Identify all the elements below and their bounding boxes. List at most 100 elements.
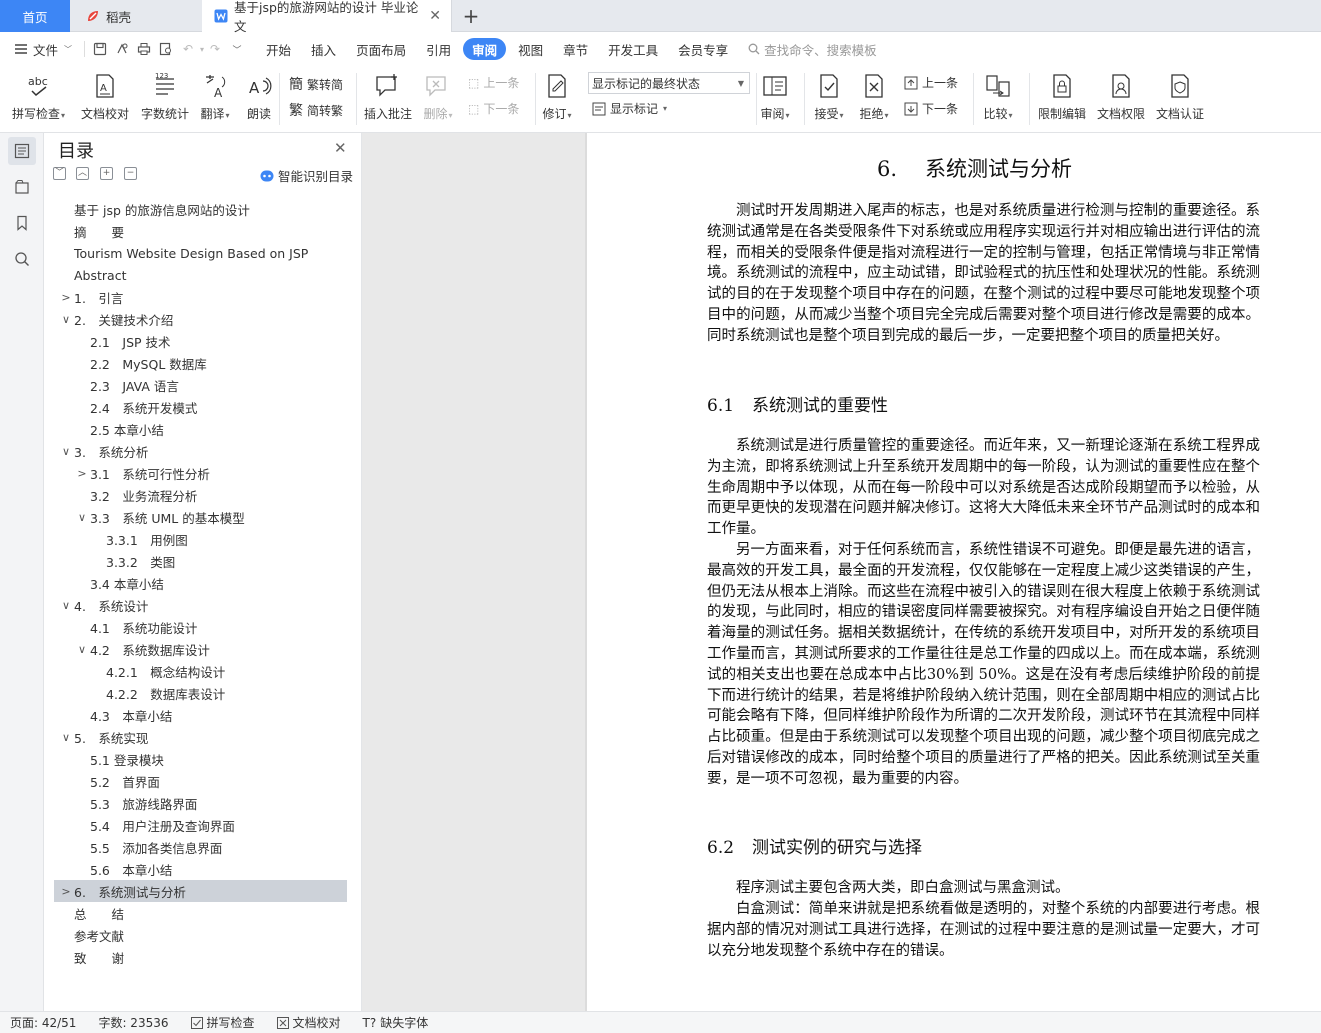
toc-item[interactable]: 4.2.1 概念结构设计 bbox=[54, 660, 347, 682]
toc-item[interactable]: 5.1 登录模块 bbox=[54, 748, 347, 770]
menu-tab[interactable]: 视图 bbox=[510, 38, 551, 60]
spellcheck-button[interactable]: abc 拼写检查▾ bbox=[12, 71, 65, 122]
menu-tab[interactable]: 页面布局 bbox=[348, 38, 414, 60]
add-heading-icon[interactable]: + bbox=[100, 167, 113, 180]
toc-item[interactable]: 3.2 业务流程分析 bbox=[54, 484, 347, 506]
toc-item[interactable]: 4.3 本章小结 bbox=[54, 704, 347, 726]
redo-icon[interactable]: ↷ bbox=[204, 38, 226, 60]
tab-document[interactable]: 基于jsp的旅游网站的设计 毕业论文 ✕ bbox=[202, 0, 452, 34]
bookmark-icon[interactable] bbox=[8, 209, 36, 237]
toc-item[interactable]: ∨ 3. 系统分析 bbox=[54, 440, 347, 462]
toc-item[interactable]: 基于 jsp 的旅游信息网站的设计 bbox=[54, 198, 347, 220]
tab-home[interactable]: 首页 bbox=[0, 0, 70, 32]
toc-item[interactable]: 3.4 本章小结 bbox=[54, 572, 347, 594]
collapse-all-icon[interactable]: ﹀ bbox=[53, 167, 66, 180]
menu-tab[interactable]: 开发工具 bbox=[600, 38, 666, 60]
toc-item[interactable]: 2.1 JSP 技术 bbox=[54, 330, 347, 352]
toc-item[interactable]: ∨ 2. 关键技术介绍 bbox=[54, 308, 347, 330]
toc-item[interactable]: 2.5 本章小结 bbox=[54, 418, 347, 440]
toc-item[interactable]: 总 结 bbox=[54, 902, 347, 924]
prev-change-button[interactable]: 上一条 bbox=[904, 74, 958, 91]
toc-item[interactable]: 3.3.2 类图 bbox=[54, 550, 347, 572]
close-icon[interactable]: ✕ bbox=[334, 139, 347, 157]
menu-tab[interactable]: 会员专享 bbox=[670, 38, 736, 60]
read-aloud-button[interactable]: A 朗读 bbox=[244, 71, 274, 122]
chevron-down-icon[interactable]: ∨ bbox=[76, 511, 88, 524]
show-markup-button[interactable]: 显示标记 ▾ bbox=[592, 100, 667, 117]
doc-certify-button[interactable]: 文档认证 bbox=[1156, 71, 1204, 122]
tab-daoke[interactable]: 稻壳 bbox=[72, 0, 200, 32]
reject-button[interactable]: 拒绝▾ bbox=[859, 71, 889, 122]
chevron-down-icon[interactable]: ∨ bbox=[60, 313, 72, 326]
remove-heading-icon[interactable]: − bbox=[124, 167, 137, 180]
toc-item[interactable]: Tourism Website Design Based on JSP bbox=[54, 242, 347, 264]
smart-toc-button[interactable]: 智能识别目录 bbox=[260, 166, 353, 185]
word-count-indicator[interactable]: 字数: 23536 bbox=[98, 1014, 168, 1031]
restrict-edit-button[interactable]: 限制编辑 bbox=[1038, 71, 1086, 122]
chevron-right-icon[interactable]: > bbox=[60, 885, 72, 898]
menu-tab[interactable]: 章节 bbox=[555, 38, 596, 60]
toc-item[interactable]: 4.1 系统功能设计 bbox=[54, 616, 347, 638]
review-pane-button[interactable]: 审阅▾ bbox=[760, 71, 790, 122]
toc-item[interactable]: 2.4 系统开发模式 bbox=[54, 396, 347, 418]
markup-display-select[interactable]: 显示标记的最终状态 ▼ bbox=[588, 72, 750, 94]
chevron-right-icon[interactable]: > bbox=[60, 291, 72, 304]
toc-item[interactable]: ∨ 5. 系统实现 bbox=[54, 726, 347, 748]
chevron-down-icon[interactable]: ∨ bbox=[60, 599, 72, 612]
doc-proof-button[interactable]: A 文档校对 bbox=[81, 71, 129, 122]
file-menu[interactable]: 文件 ﹀ bbox=[6, 38, 80, 60]
delete-comment-button[interactable]: 删除▾ bbox=[423, 71, 453, 122]
print-preview-icon[interactable] bbox=[155, 38, 177, 60]
traditional-to-simplified-button[interactable]: 簡 繁转简 bbox=[289, 74, 343, 94]
chevron-down-icon[interactable]: ∨ bbox=[76, 643, 88, 656]
chapter-nav-icon[interactable] bbox=[8, 173, 36, 201]
menu-tab[interactable]: 开始 bbox=[258, 38, 299, 60]
insert-comment-button[interactable]: 插入批注 bbox=[364, 71, 412, 122]
toc-item[interactable]: >6. 系统测试与分析 bbox=[54, 880, 347, 902]
doc-permission-button[interactable]: 文档权限 bbox=[1097, 71, 1145, 122]
toc-item[interactable]: ∨ 4.2 系统数据库设计 bbox=[54, 638, 347, 660]
toc-item[interactable]: 致 谢 bbox=[54, 946, 347, 968]
expand-up-icon[interactable]: ︿ bbox=[76, 167, 89, 180]
page-indicator[interactable]: 页面: 42/51 bbox=[10, 1014, 76, 1031]
find-icon[interactable] bbox=[8, 245, 36, 273]
toc-item[interactable]: ∨ 4. 系统设计 bbox=[54, 594, 347, 616]
toc-scrollbar[interactable] bbox=[352, 133, 362, 1011]
chevron-down-icon[interactable]: ∨ bbox=[60, 445, 72, 458]
undo-icon[interactable]: ↶ bbox=[177, 38, 199, 60]
toc-item[interactable]: 2.2 MySQL 数据库 bbox=[54, 352, 347, 374]
menu-tab[interactable]: 引用 bbox=[418, 38, 459, 60]
customize-chevron-icon[interactable]: ﹀ bbox=[226, 38, 248, 60]
compare-button[interactable]: 比较▾ bbox=[983, 71, 1013, 122]
track-changes-button[interactable]: 修订▾ bbox=[542, 71, 572, 122]
toc-item[interactable]: 参考文献 bbox=[54, 924, 347, 946]
print-icon[interactable] bbox=[133, 38, 155, 60]
prev-comment-button[interactable]: ⬚ 上一条 bbox=[468, 74, 519, 91]
toc-item[interactable]: 2.3 JAVA 语言 bbox=[54, 374, 347, 396]
toc-item[interactable]: >1. 引言 bbox=[54, 286, 347, 308]
translate-button[interactable]: A 翻译▾ bbox=[200, 71, 230, 122]
toc-item[interactable]: 5.2 首界面 bbox=[54, 770, 347, 792]
toc-item[interactable]: Abstract bbox=[54, 264, 347, 286]
doc-proof-status[interactable]: 文档校对 bbox=[276, 1014, 341, 1031]
toc-item[interactable]: 3.3.1 用例图 bbox=[54, 528, 347, 550]
close-tab-icon[interactable]: ✕ bbox=[429, 8, 441, 24]
toc-item[interactable]: 5.4 用户注册及查询界面 bbox=[54, 814, 347, 836]
chevron-right-icon[interactable]: > bbox=[76, 467, 88, 480]
missing-font-status[interactable]: T? 缺失字体 bbox=[363, 1014, 429, 1031]
toc-item[interactable]: 摘 要 bbox=[54, 220, 347, 242]
toc-item[interactable]: ∨ 3.3 系统 UML 的基本模型 bbox=[54, 506, 347, 528]
simplified-to-traditional-button[interactable]: 繁 简转繁 bbox=[289, 100, 343, 120]
chevron-down-icon[interactable]: ∨ bbox=[60, 731, 72, 744]
next-change-button[interactable]: 下一条 bbox=[904, 100, 958, 117]
convert-icon[interactable] bbox=[111, 38, 133, 60]
accept-button[interactable]: 接受▾ bbox=[814, 71, 844, 122]
toc-item[interactable]: 5.5 添加各类信息界面 bbox=[54, 836, 347, 858]
toc-item[interactable]: 5.6 本章小结 bbox=[54, 858, 347, 880]
word-count-button[interactable]: 123 字数统计 bbox=[141, 71, 189, 122]
document-page[interactable]: 6. 系统测试与分析 测试时开发周期进入尾声的标志，也是对系统质量进行检测与控制的… bbox=[587, 133, 1321, 1011]
save-icon[interactable] bbox=[89, 38, 111, 60]
menu-tab[interactable]: 插入 bbox=[303, 38, 344, 60]
spellcheck-toggle[interactable]: 拼写检查 bbox=[190, 1014, 255, 1031]
command-search[interactable]: 查找命令、搜索模板 bbox=[740, 38, 885, 60]
